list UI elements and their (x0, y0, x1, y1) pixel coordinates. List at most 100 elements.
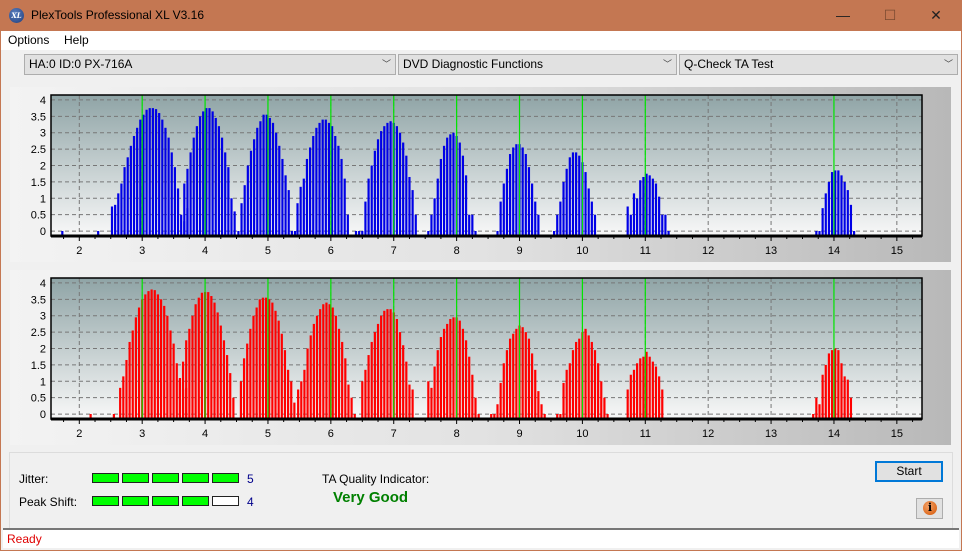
histogram-bar (840, 363, 843, 419)
histogram-bar (331, 307, 334, 419)
x-tick-label: 3 (139, 428, 145, 440)
histogram-bar (584, 328, 587, 419)
histogram-bar (452, 132, 455, 236)
meter-segment (152, 473, 179, 483)
y-tick-label: 3.5 (31, 111, 46, 123)
x-tick-label: 8 (454, 245, 460, 257)
histogram-bar (471, 374, 474, 419)
histogram-bar (278, 145, 281, 236)
histogram-bar (198, 116, 202, 236)
menu-help[interactable]: Help (64, 33, 89, 47)
histogram-bar (824, 193, 827, 236)
histogram-bar (837, 170, 840, 236)
histogram-bar (207, 292, 210, 419)
x-tick-label: 9 (516, 245, 522, 257)
histogram-bar (534, 201, 537, 236)
x-tick-label: 5 (265, 428, 271, 440)
close-button[interactable]: ✕ (913, 0, 959, 31)
histogram-bar (300, 381, 303, 419)
info-button[interactable]: i (916, 498, 943, 519)
x-tick-label: 4 (202, 428, 208, 440)
test-select[interactable]: Q-Check TA Test ﹀ (679, 54, 958, 75)
histogram-bar (380, 131, 383, 236)
histogram-bar (587, 188, 590, 236)
histogram-bar (164, 127, 167, 236)
histogram-bar (515, 328, 518, 419)
histogram-bar (132, 135, 136, 236)
histogram-bar (302, 178, 305, 236)
function-select[interactable]: DVD Diagnostic Functions ﹀ (398, 54, 677, 75)
histogram-bar (325, 302, 328, 419)
histogram-bar (639, 180, 642, 236)
lands-chart-panel: 0 0.5 1 1.5 2 2.5 3 3.5 4 2 3 4 5 6 7 8 9 10 11 12 13 14 15 (10, 87, 951, 262)
histogram-bar (442, 328, 446, 419)
histogram-bar (458, 320, 461, 419)
histogram-bar (232, 397, 235, 419)
histogram-bar (515, 144, 518, 236)
histogram-bar (575, 341, 578, 419)
histogram-bar (208, 108, 211, 236)
histogram-bar (259, 121, 262, 236)
histogram-bar (185, 340, 188, 419)
x-tick-label: 7 (391, 245, 397, 257)
histogram-bar (837, 350, 840, 419)
histogram-bar (219, 325, 222, 419)
histogram-bar (843, 181, 846, 236)
histogram-bar (642, 356, 645, 419)
histogram-bar (242, 358, 246, 419)
histogram-bar (249, 328, 252, 419)
minimize-button[interactable]: — (820, 0, 866, 31)
histogram-bar (319, 309, 322, 419)
histogram-bar (636, 363, 639, 419)
x-tick-label: 11 (640, 428, 651, 440)
histogram-bar (367, 178, 370, 236)
menu-options[interactable]: Options (8, 33, 49, 47)
histogram-bar (280, 333, 283, 419)
histogram-bar (821, 208, 824, 236)
histogram-bar (821, 374, 824, 419)
histogram-bar (578, 338, 581, 419)
x-tick-label: 12 (702, 245, 714, 257)
histogram-bar (562, 382, 565, 419)
histogram-bar (239, 381, 243, 419)
histogram-bar (148, 108, 151, 236)
histogram-bar (255, 307, 258, 419)
histogram-bar (225, 355, 229, 419)
histogram-bar (568, 363, 571, 419)
histogram-bar (661, 389, 664, 419)
start-button[interactable]: Start (875, 461, 943, 482)
histogram-bar (442, 145, 446, 236)
histogram-bar (565, 168, 568, 236)
histogram-bar (240, 203, 243, 236)
histogram-bar (651, 361, 654, 419)
histogram-bar (192, 137, 195, 236)
drive-select[interactable]: HA:0 ID:0 PX-716A ﹀ (24, 54, 396, 75)
y-tick-label: 2.5 (31, 327, 46, 339)
y-tick-label: 2 (40, 161, 46, 173)
y-tick-label: 0.5 (31, 393, 46, 405)
histogram-bar (508, 154, 512, 236)
maximize-button[interactable]: ☐ (867, 0, 913, 31)
histogram-bar (430, 214, 433, 236)
meter-segment (152, 496, 179, 506)
histogram-bar (213, 302, 216, 419)
histogram-bar (496, 404, 499, 419)
histogram-bar (297, 389, 300, 419)
histogram-bar (411, 190, 414, 236)
histogram-bar (324, 119, 327, 236)
histogram-bar (502, 183, 505, 236)
histogram-bar (318, 122, 321, 236)
histogram-bar (395, 318, 398, 419)
histogram-bar (134, 317, 137, 419)
histogram-bar (402, 345, 405, 419)
function-select-value: DVD Diagnostic Functions (403, 57, 544, 71)
histogram-bar (639, 358, 642, 419)
histogram-bar (137, 307, 141, 419)
histogram-bar (306, 348, 309, 419)
x-tick-label: 15 (891, 428, 903, 440)
histogram-bar (305, 158, 309, 236)
histogram-bar (370, 341, 373, 419)
histogram-bar (654, 366, 658, 419)
histogram-bar (849, 397, 853, 419)
window-title: PlexTools Professional XL V3.16 (31, 8, 204, 22)
